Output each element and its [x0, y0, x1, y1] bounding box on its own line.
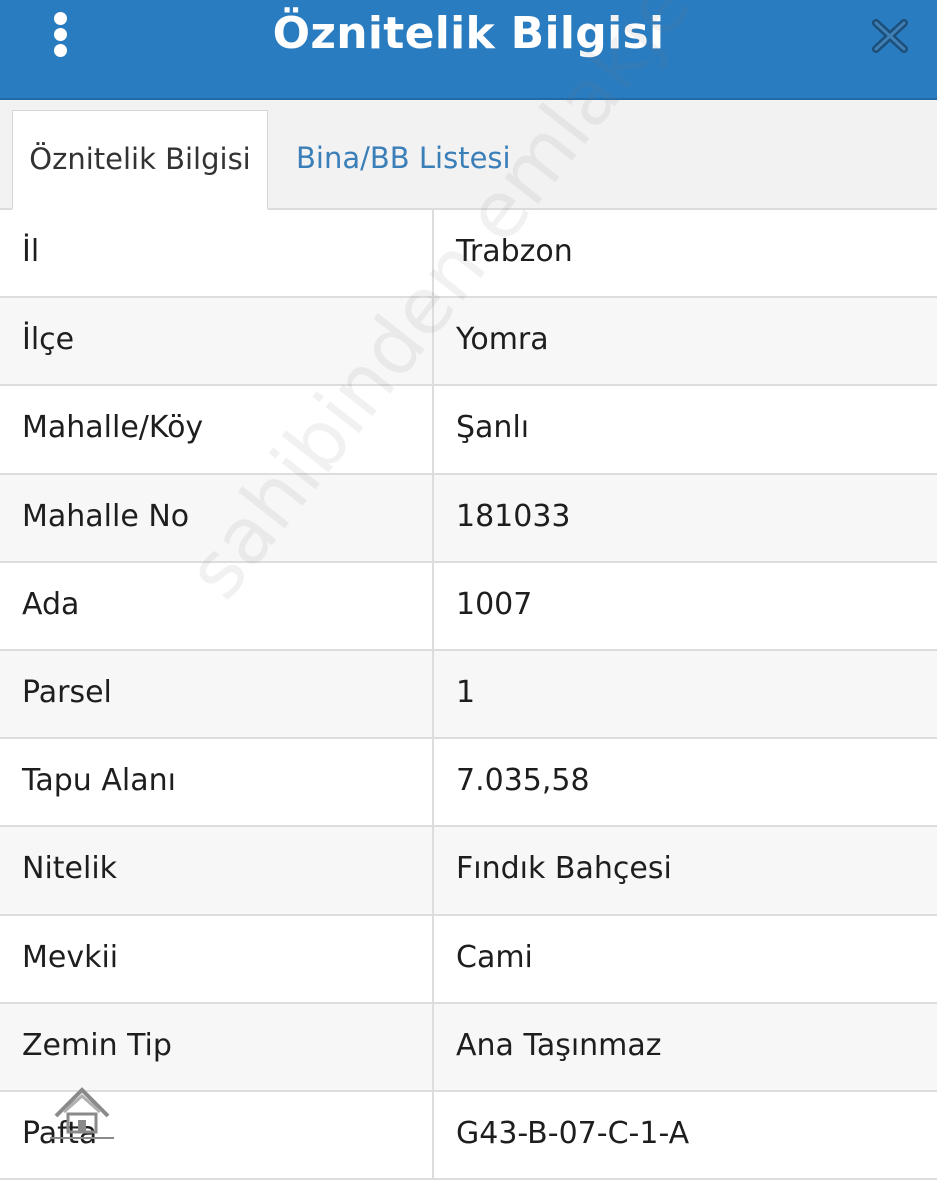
row-label: İl: [22, 234, 40, 269]
table-row: Parsel 1: [0, 650, 937, 740]
table-row: Mevkii Cami: [0, 915, 937, 1004]
row-label: Tapu Alanı: [22, 763, 176, 799]
row-value: Trabzon: [456, 234, 573, 269]
app-header: Öznitelik Bilgisi: [0, 0, 937, 100]
row-label: Nitelik: [22, 851, 118, 887]
table-row: Mahalle/Köy Şanlı: [0, 386, 937, 475]
row-value: 1: [456, 674, 476, 710]
row-label: Mahalle No: [22, 498, 190, 534]
table-row: Pafta G43-B-07-C-1-A: [0, 1091, 937, 1180]
tab-bina-bb-listesi[interactable]: Bina/BB Listesi: [296, 110, 511, 210]
table-row: Tapu Alanı 7.035,58: [0, 739, 937, 828]
row-label: İlçe: [22, 322, 75, 358]
row-value: Ana Taşınmaz: [456, 1027, 662, 1063]
row-value: G43-B-07-C-1-A: [456, 1115, 690, 1151]
table-row: İl Trabzon: [0, 210, 937, 299]
row-label: Parsel: [22, 674, 112, 710]
table-row: İlçe Yomra: [0, 298, 937, 387]
row-value: 1007: [456, 586, 533, 622]
row-label: Zemin Tip: [22, 1027, 172, 1063]
row-value: Şanlı: [456, 410, 530, 446]
attribute-table: İl Trabzon İlçe Yomra Mahalle/Köy Şanlı Mahall…: [0, 210, 937, 1180]
dialog-title: Öznitelik Bilgisi: [272, 8, 665, 59]
row-label: Mevkii: [22, 939, 119, 975]
row-value: 7.035,58: [456, 763, 590, 799]
row-value: Cami: [456, 939, 533, 975]
row-value: Yomra: [456, 322, 549, 358]
row-label: Ada: [22, 586, 80, 622]
row-label: Mahalle/Köy: [22, 410, 204, 446]
table-row: Nitelik Fındık Bahçesi: [0, 827, 937, 916]
row-label: Pafta: [22, 1115, 98, 1151]
table-row: Ada 1007: [0, 562, 937, 651]
table-row: Mahalle No 181033: [0, 474, 937, 563]
close-icon[interactable]: [868, 16, 912, 56]
row-value: 181033: [456, 498, 571, 534]
tab-bar: Öznitelik Bilgisi Bina/BB Listesi: [0, 100, 937, 210]
column-divider: [432, 210, 434, 1180]
tab-oznitelik-bilgisi[interactable]: Öznitelik Bilgisi: [12, 110, 268, 210]
table-row: Zemin Tip Ana Taşınmaz: [0, 1003, 937, 1092]
row-value: Fındık Bahçesi: [456, 851, 672, 887]
